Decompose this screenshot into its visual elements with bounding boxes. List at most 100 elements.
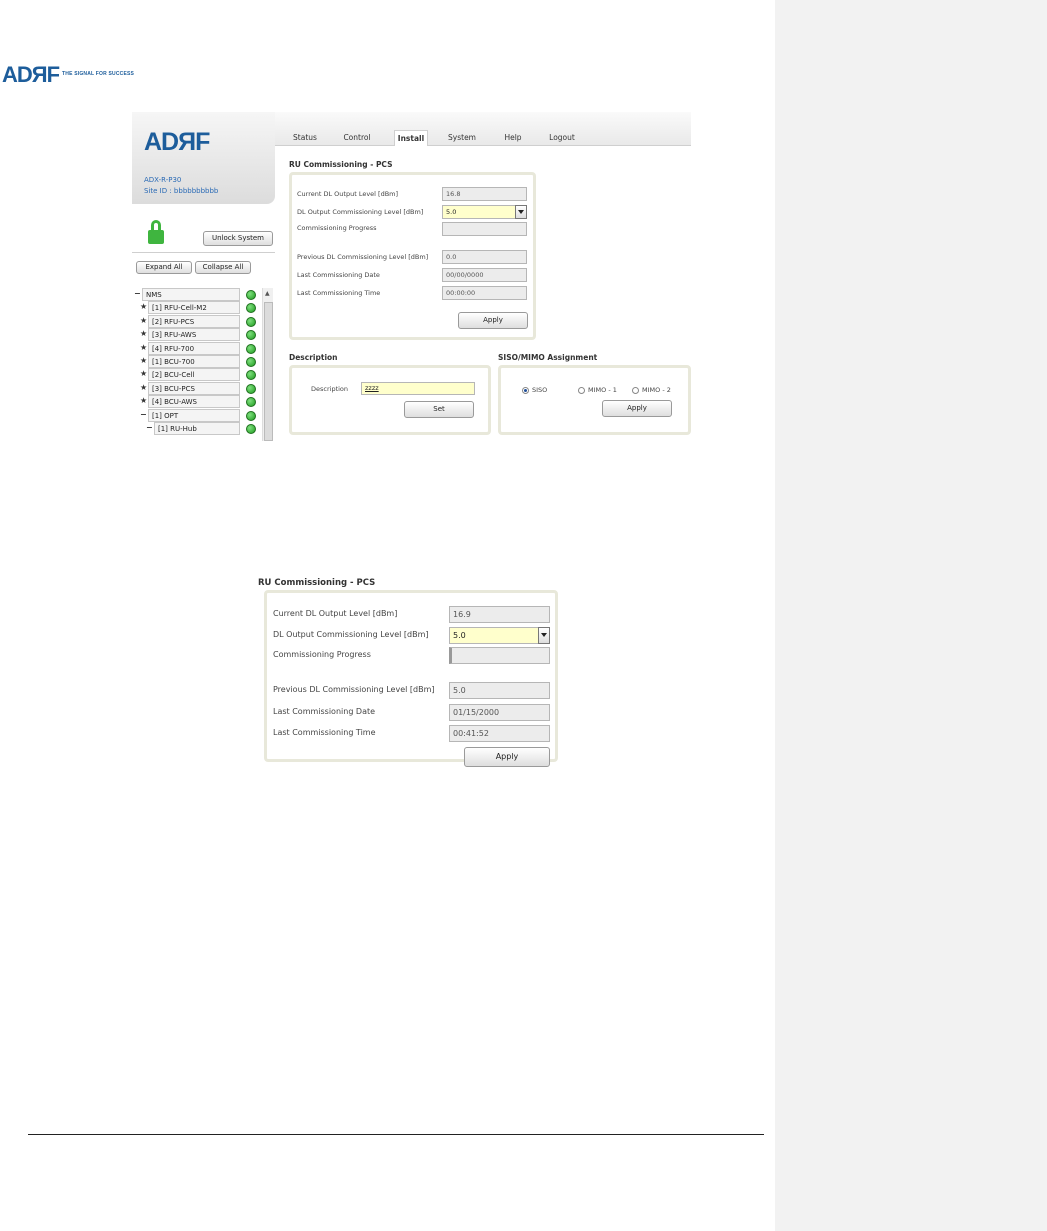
siso-mimo-title: SISO/MIMO Assignment — [498, 353, 598, 362]
status-ok-icon — [246, 343, 256, 354]
comment-margin — [775, 0, 1047, 1231]
tree-item-label: [4] RFU-700 — [148, 341, 240, 355]
tab-help[interactable]: Help — [498, 130, 528, 146]
last-time-label: Last Commissioning Time — [297, 289, 381, 297]
zoom-progress-bar — [449, 647, 550, 664]
zoom-last-time-label: Last Commissioning Time — [273, 728, 376, 737]
mimo-2-radio[interactable] — [632, 387, 639, 394]
tree-item[interactable]: ★ [4] BCU-AWS — [134, 395, 260, 409]
zoom-dl-commission-value: 5.0 — [453, 631, 466, 640]
tab-status[interactable]: Status — [287, 130, 323, 146]
status-ok-icon — [246, 357, 256, 367]
divider — [132, 252, 275, 253]
zoom-dl-commission-select[interactable]: 5.0 — [449, 627, 550, 644]
tree-item-label: [1] OPT — [148, 408, 240, 422]
collapse-icon[interactable]: − — [134, 288, 141, 300]
star-icon[interactable]: ★ — [140, 301, 147, 313]
scroll-up-icon[interactable]: ▲ — [265, 290, 270, 297]
description-panel: Description zzzz Set — [289, 365, 491, 435]
tree-item-label: [1] RFU-Cell-M2 — [148, 301, 240, 315]
commissioning-panel: Current DL Output Level [dBm] 16.8 DL Ou… — [289, 172, 536, 340]
siso-apply-button[interactable]: Apply — [602, 400, 672, 417]
commissioning-zoom-screenshot: RU Commissioning - PCS Current DL Output… — [258, 578, 558, 767]
brand-panel: ADЯF ADX-R-P30 Site ID : bbbbbbbbbb — [132, 112, 275, 204]
tree-item-label: [3] RFU-AWS — [148, 328, 240, 342]
current-dl-label: Current DL Output Level [dBm] — [297, 190, 399, 198]
zoom-progress-label: Commissioning Progress — [273, 650, 371, 659]
tree-item[interactable]: − [1] OPT — [134, 408, 260, 422]
scroll-thumb[interactable] — [264, 302, 273, 441]
status-ok-icon — [246, 316, 256, 327]
status-ok-icon — [246, 383, 256, 394]
tree-item[interactable]: ★ [2] BCU-Cell — [134, 368, 260, 382]
expand-all-button[interactable]: Expand All — [136, 261, 192, 274]
tree-item-label: [4] BCU-AWS — [148, 395, 240, 409]
adrf-logo: ADЯF — [2, 62, 60, 87]
tree-item[interactable]: ★ [2] RFU-PCS — [134, 314, 260, 328]
zoom-current-dl-field: 16.9 — [449, 606, 550, 623]
page-header-logo: ADЯF THE SIGNAL FOR SUCCESS — [0, 58, 140, 98]
chevron-down-icon[interactable] — [515, 205, 527, 219]
current-dl-field: 16.8 — [442, 187, 527, 201]
status-ok-icon — [246, 410, 256, 421]
chevron-down-icon[interactable] — [538, 627, 550, 644]
star-icon[interactable]: ★ — [140, 382, 147, 394]
tree-item[interactable]: ★ [3] RFU-AWS — [134, 328, 260, 342]
tree-item-label: [3] BCU-PCS — [148, 381, 240, 395]
model-name: ADX-R-P30 — [144, 176, 182, 184]
tab-logout[interactable]: Logout — [543, 130, 581, 146]
collapse-all-button[interactable]: Collapse All — [195, 261, 251, 274]
progress-bar — [442, 222, 527, 236]
zoom-prev-dl-label: Previous DL Commissioning Level [dBm] — [273, 685, 435, 694]
tree-item[interactable]: − NMS — [134, 288, 260, 301]
zoom-last-date-label: Last Commissioning Date — [273, 707, 376, 716]
star-icon[interactable]: ★ — [140, 355, 147, 367]
tree-item[interactable]: ★ [3] BCU-PCS — [134, 381, 260, 395]
description-set-button[interactable]: Set — [404, 401, 474, 418]
tab-install[interactable]: Install — [394, 130, 428, 146]
tab-system[interactable]: System — [443, 130, 481, 146]
description-title: Description — [289, 353, 338, 362]
tree-item[interactable]: − [1] RU-Hub — [134, 422, 260, 435]
star-icon[interactable]: ★ — [140, 328, 147, 340]
footer-rule — [28, 1134, 764, 1135]
status-ok-icon — [246, 330, 256, 341]
commissioning-title: RU Commissioning - PCS — [289, 160, 393, 169]
star-icon[interactable]: ★ — [140, 395, 147, 407]
last-time-field: 00:00:00 — [442, 286, 527, 300]
zoom-last-date-field: 01/15/2000 — [449, 704, 550, 721]
tree-item-label: [1] RU-Hub — [154, 422, 240, 435]
unlocked-lock-icon — [148, 220, 164, 246]
zoom-apply-button[interactable]: Apply — [464, 747, 550, 767]
tree-item[interactable]: ★ [1] RFU-Cell-M2 — [134, 301, 260, 315]
mimo-1-radio[interactable] — [578, 387, 585, 394]
description-input[interactable]: zzzz — [361, 382, 475, 395]
unlock-system-button[interactable]: Unlock System — [203, 231, 273, 246]
tab-control[interactable]: Control — [337, 130, 377, 146]
dl-commission-select[interactable]: 5.0 — [442, 205, 527, 219]
status-ok-icon — [246, 424, 256, 434]
siso-radio[interactable] — [522, 387, 529, 394]
dl-commission-value: 5.0 — [446, 208, 457, 216]
zoom-title: RU Commissioning - PCS — [258, 578, 376, 588]
tree-scrollbar[interactable]: ▲ — [262, 288, 273, 441]
collapse-icon[interactable]: − — [146, 422, 153, 434]
tree-item-label: NMS — [142, 288, 240, 301]
commission-apply-button[interactable]: Apply — [458, 312, 528, 329]
status-ok-icon — [246, 397, 256, 408]
tree-item-label: [2] RFU-PCS — [148, 314, 240, 328]
star-icon[interactable]: ★ — [140, 315, 147, 327]
siso-label: SISO — [532, 386, 548, 394]
tree-item[interactable]: ★ [1] BCU-700 — [134, 355, 260, 368]
status-ok-icon — [246, 290, 256, 300]
web-ui-screenshot: ADЯF ADX-R-P30 Site ID : bbbbbbbbbb Stat… — [132, 112, 691, 441]
site-id: Site ID : bbbbbbbbbb — [144, 187, 219, 195]
app-logo: ADЯF — [144, 128, 210, 156]
prev-dl-label: Previous DL Commissioning Level [dBm] — [297, 253, 429, 261]
star-icon[interactable]: ★ — [140, 368, 147, 380]
tree-item[interactable]: ★ [4] RFU-700 — [134, 341, 260, 355]
collapse-icon[interactable]: − — [140, 409, 147, 421]
star-icon[interactable]: ★ — [140, 342, 147, 354]
prev-dl-field: 0.0 — [442, 250, 527, 264]
tree-item-label: [2] BCU-Cell — [148, 368, 240, 382]
